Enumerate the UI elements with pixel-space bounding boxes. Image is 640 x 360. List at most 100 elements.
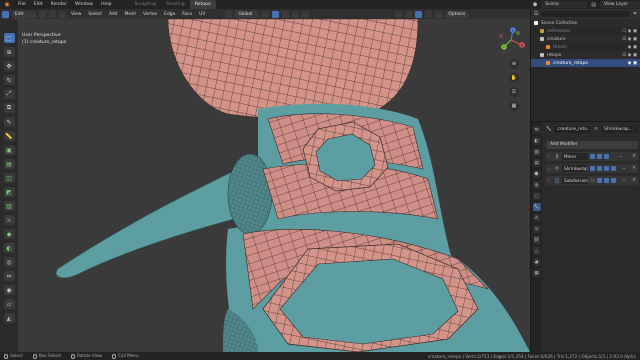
- pivot-icon[interactable]: [262, 10, 270, 18]
- menu-window[interactable]: Window: [71, 0, 97, 9]
- object-name-field[interactable]: creature_reto...: [554, 125, 592, 133]
- vertex-select-icon[interactable]: [39, 10, 46, 18]
- physics-tab-icon[interactable]: ◎: [532, 225, 541, 233]
- menu-view[interactable]: View: [69, 12, 83, 17]
- options-button[interactable]: Options: [445, 10, 469, 18]
- camera-view-icon[interactable]: ⎚: [509, 87, 519, 97]
- close-icon[interactable]: ✕: [632, 154, 636, 159]
- menu-select[interactable]: Select: [86, 12, 104, 17]
- zoom-icon[interactable]: ⊕: [509, 59, 519, 69]
- move-tool-icon[interactable]: ✥: [3, 61, 15, 71]
- modifier-menu-icon[interactable]: ⌄: [619, 154, 623, 159]
- visibility-icon[interactable]: [395, 10, 403, 18]
- constraints-tab-icon[interactable]: ⛓: [532, 236, 541, 244]
- editmode-toggle-icon[interactable]: [597, 178, 602, 183]
- outliner-search-input[interactable]: [541, 11, 630, 17]
- visibility-toggles[interactable]: ☑ ◉ ▣: [622, 53, 637, 58]
- render-tab-icon[interactable]: ◧: [532, 137, 541, 145]
- navigation-gizmo[interactable]: X Z Y: [496, 25, 526, 55]
- menu-file[interactable]: File: [14, 0, 30, 9]
- face-select-icon[interactable]: [59, 10, 66, 18]
- add-modifier-button[interactable]: Add Modifier: [546, 141, 638, 149]
- mode-selector[interactable]: Edit Mode: [12, 10, 36, 24]
- menu-add[interactable]: Add: [107, 12, 120, 17]
- outliner-item-creature[interactable]: creature ☑ ◉ ▣: [531, 35, 640, 43]
- expand-icon[interactable]: ›: [548, 166, 552, 171]
- overlay-icon[interactable]: [405, 10, 413, 18]
- menu-edit[interactable]: Edit: [30, 0, 47, 9]
- shrink-fatten-tool-icon[interactable]: ◉: [3, 285, 15, 295]
- spin-tool-icon[interactable]: ◐: [3, 243, 15, 253]
- loop-cut-tool-icon[interactable]: ▥: [3, 201, 15, 211]
- menu-render[interactable]: Render: [47, 0, 71, 9]
- texture-tab-icon[interactable]: ▦: [532, 269, 541, 277]
- render-toggle-icon[interactable]: [611, 166, 616, 171]
- edge-slide-tool-icon[interactable]: ⇔: [3, 271, 15, 281]
- outliner-item-references[interactable]: references ☐ ◉ ▣: [531, 27, 640, 35]
- cursor-tool-icon[interactable]: ⊕: [3, 47, 15, 57]
- viewport-toggle-icon[interactable]: [604, 178, 609, 183]
- editor-type-icon[interactable]: [2, 10, 9, 18]
- data-tab-icon[interactable]: △: [532, 247, 541, 255]
- 3d-viewport[interactable]: User Perspective (1) creature_retopo X Z…: [18, 19, 530, 352]
- smooth-tool-icon[interactable]: ◎: [3, 257, 15, 267]
- outliner-item-retopo[interactable]: retopo ☑ ◉ ▣: [531, 51, 640, 59]
- rip-tool-icon[interactable]: ◭: [3, 313, 15, 323]
- modifier-ref-field[interactable]: Shrinkwrap...: [601, 125, 638, 133]
- tool-tab-icon[interactable]: ⚒: [532, 126, 541, 134]
- outliner-item-scene-collection[interactable]: Scene Collection: [531, 19, 640, 27]
- material-tab-icon[interactable]: ◕: [532, 258, 541, 266]
- blender-logo-icon[interactable]: ◉: [0, 0, 14, 9]
- rotate-tool-icon[interactable]: ↻: [3, 75, 15, 85]
- modifier-name-field[interactable]: Subdivision: [562, 177, 588, 184]
- menu-edge[interactable]: Edge: [162, 12, 177, 17]
- bevel-tool-icon[interactable]: ◩: [3, 187, 15, 197]
- view-layer-selector[interactable]: View Layer: [600, 1, 640, 8]
- pan-hand-icon[interactable]: ✋: [509, 73, 519, 83]
- menu-uv[interactable]: UV: [197, 12, 207, 17]
- transform-tool-icon[interactable]: ⧉: [3, 103, 15, 113]
- visibility-toggles[interactable]: ☐ ◉ ▣: [622, 29, 637, 34]
- edge-select-icon[interactable]: [49, 10, 56, 18]
- snap-target-icon[interactable]: [282, 10, 290, 18]
- modifier-shrinkwrap[interactable]: › ⟳ Shrinkwrap ⌄ ✕: [546, 164, 638, 173]
- expand-icon[interactable]: ›: [548, 178, 552, 183]
- tab-retopo[interactable]: Retopo: [189, 0, 216, 9]
- knife-tool-icon[interactable]: ⚔: [3, 215, 15, 225]
- modifier-mirror[interactable]: › ⫼ Mirror ⌄ ✕: [546, 152, 638, 161]
- perspective-toggle-icon[interactable]: ▦: [509, 101, 519, 111]
- annotate-tool-icon[interactable]: ✎: [3, 117, 15, 127]
- menu-vertex[interactable]: Vertex: [141, 12, 159, 17]
- scene-tab-icon[interactable]: ⬢: [532, 170, 541, 178]
- proportional-edit-icon[interactable]: [292, 10, 300, 18]
- render-toggle-icon[interactable]: [604, 154, 609, 159]
- render-toggle-icon[interactable]: [611, 178, 616, 183]
- particles-tab-icon[interactable]: ⁂: [532, 214, 541, 222]
- close-icon[interactable]: ✕: [632, 166, 636, 171]
- world-tab-icon[interactable]: ◍: [532, 181, 541, 189]
- cage-toggle-icon[interactable]: [590, 166, 595, 171]
- outliner-item-creature-retopo[interactable]: creature_retopo ◉ ▣: [531, 59, 640, 67]
- measure-tool-icon[interactable]: 📏: [3, 131, 15, 141]
- scale-tool-icon[interactable]: ⤢: [3, 89, 15, 99]
- output-tab-icon[interactable]: ▨: [532, 148, 541, 156]
- modifier-name-field[interactable]: Mirror: [562, 153, 588, 160]
- modifier-name-field[interactable]: Shrinkwrap: [562, 165, 588, 172]
- solid-shading-icon[interactable]: [425, 10, 433, 18]
- snap-icon[interactable]: [272, 10, 280, 18]
- close-icon[interactable]: ✕: [632, 178, 636, 183]
- viewport-toggle-icon[interactable]: [604, 166, 609, 171]
- menu-mesh[interactable]: Mesh: [122, 12, 138, 17]
- view-layer-tab-icon[interactable]: ▤: [532, 159, 541, 167]
- visibility-toggles[interactable]: ◉ ▣: [628, 45, 637, 50]
- poly-build-tool-icon[interactable]: ◆: [3, 229, 15, 239]
- menu-face[interactable]: Face: [180, 12, 194, 17]
- extrude-tool-icon[interactable]: ▤: [3, 159, 15, 169]
- select-box-tool-icon[interactable]: ⬚: [3, 33, 15, 43]
- transform-orientation-selector[interactable]: Global: [235, 10, 260, 18]
- menu-help[interactable]: Help: [97, 0, 115, 9]
- outliner-editor-icon[interactable]: ☰: [534, 11, 538, 17]
- shear-tool-icon[interactable]: ▱: [3, 299, 15, 309]
- proportional-falloff-icon[interactable]: [302, 10, 310, 18]
- modifier-menu-icon[interactable]: ⌄: [622, 166, 626, 171]
